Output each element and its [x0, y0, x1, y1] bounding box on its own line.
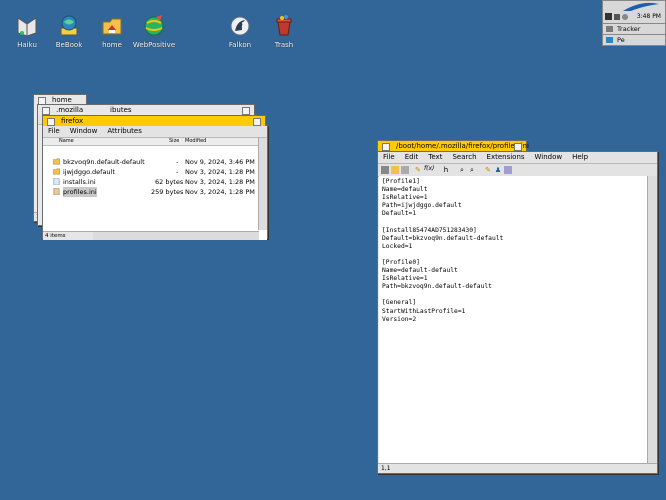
column-header-bar: Name Size Modified — [43, 138, 267, 146]
file-row-selected[interactable]: profiles.ini 259 bytes Nov 3, 2024, 1:28… — [43, 187, 259, 197]
menu-file[interactable]: File — [378, 152, 400, 163]
pe-app-icon — [606, 37, 613, 43]
zoom-box[interactable] — [242, 107, 250, 115]
editor-menubar: File Edit Text Search Extensions Window Help — [378, 152, 657, 164]
deskbar-clock[interactable]: 3:48 PM — [637, 13, 661, 20]
column-header-modified[interactable]: Modified — [185, 138, 206, 145]
deskbar-item-label: Tracker — [617, 25, 641, 33]
close-box[interactable] — [42, 107, 50, 115]
close-box[interactable] — [382, 143, 390, 151]
editor-text-area[interactable]: [Profile1] Name=default IsRelative=1 Pat… — [379, 176, 647, 463]
network-icon[interactable] — [614, 14, 620, 20]
column-header-size[interactable]: Size — [169, 138, 179, 145]
file-name: ijwjdggo.default — [63, 168, 115, 176]
file-modified: Nov 3, 2024, 1:28 PM — [185, 178, 255, 186]
menu-window[interactable]: Window — [530, 152, 568, 163]
desktop-icon-label: Falkon — [228, 41, 252, 49]
column-header-name[interactable]: Name — [59, 138, 74, 145]
pe-editor-window[interactable]: File Edit Text Search Extensions Window Help ✎… — [377, 151, 658, 474]
desktop-icon-webpositive[interactable]: WebPositive — [129, 14, 179, 49]
file-name: profiles.ini — [63, 187, 97, 197]
file-modified: Nov 3, 2024, 1:28 PM — [185, 188, 255, 196]
desktop-icon-falkon[interactable]: Falkon — [215, 14, 265, 49]
firefox-status-bar: 4 items — [43, 231, 93, 240]
trash-icon — [276, 15, 292, 36]
menu-extensions[interactable]: Extensions — [482, 152, 530, 163]
text-file-icon — [53, 178, 60, 185]
deskbar: 3:48 PM Tracker Pe — [602, 0, 666, 46]
webpositive-icon — [144, 15, 164, 36]
document-icon[interactable] — [504, 166, 512, 174]
editor-status-bar: 1,1 — [378, 463, 657, 473]
file-list-pane: Name Size Modified bkzvoq9n.default-defa… — [43, 138, 267, 240]
deskbar-item-pe[interactable]: Pe — [602, 35, 666, 46]
file-name: bkzvoq9n.default-default — [63, 158, 145, 166]
folder-icon — [53, 168, 60, 175]
vertical-scrollbar[interactable] — [258, 138, 267, 230]
file-name: installs.ini — [63, 178, 96, 186]
file-size: 259 bytes — [151, 188, 184, 196]
edit-icon[interactable]: ✎ — [484, 166, 492, 174]
file-modified: Nov 9, 2024, 3:46 PM — [185, 158, 255, 166]
window-tab-editor[interactable]: /boot/home/.mozilla/firefox/profiles.ini — [377, 140, 529, 151]
info-icon[interactable]: ♟ — [494, 166, 502, 174]
menu-window[interactable]: Window — [65, 126, 103, 137]
falkon-icon — [230, 16, 250, 36]
monitor-icon[interactable] — [605, 13, 612, 20]
close-box[interactable] — [47, 118, 55, 126]
firefox-menubar: File Window Attributes — [43, 126, 267, 138]
file-row[interactable]: ijwjdggo.default - Nov 3, 2024, 1:28 PM — [43, 167, 259, 177]
window-tab-mozilla[interactable]: .mozilla ibutes — [37, 104, 255, 115]
save-icon[interactable] — [401, 166, 409, 174]
file-modified: Nov 3, 2024, 1:28 PM — [185, 168, 255, 176]
deskbar-item-tracker[interactable]: Tracker — [602, 24, 666, 35]
open-folder-icon[interactable] — [391, 166, 399, 174]
desktop-icon-label: Trash — [274, 41, 294, 49]
horizontal-scrollbar[interactable] — [93, 231, 259, 240]
file-row[interactable]: bkzvoq9n.default-default - Nov 9, 2024, … — [43, 157, 259, 167]
volume-icon[interactable] — [622, 14, 628, 20]
desktop-icon-label: WebPositive — [132, 41, 176, 49]
folder-icon — [53, 158, 60, 165]
search-icon[interactable]: ⌕ — [458, 166, 466, 174]
file-size: - — [176, 158, 179, 166]
search-again-icon[interactable]: ⌕ — [468, 166, 476, 174]
pencil-icon[interactable]: ✎ — [414, 166, 422, 174]
menu-file[interactable]: File — [43, 126, 65, 137]
menu-attributes[interactable]: Attributes — [102, 126, 147, 137]
file-size: 62 bytes — [155, 178, 184, 186]
deskbar-item-label: Pe — [617, 36, 625, 44]
menu-text[interactable]: Text — [423, 152, 447, 163]
window-title: /boot/home/.mozilla/firefox/profiles.ini — [396, 142, 529, 150]
text-file-icon — [53, 188, 60, 195]
new-file-icon[interactable] — [381, 166, 389, 174]
header-popup-icon[interactable]: h — [442, 166, 450, 174]
bebook-icon — [60, 15, 78, 36]
tracker-app-icon — [606, 26, 613, 32]
haiku-leaf-icon[interactable] — [621, 2, 661, 12]
editor-vertical-scrollbar[interactable] — [647, 176, 657, 463]
window-tab-firefox[interactable]: firefox — [42, 115, 266, 126]
cursor-position: 1,1 — [381, 465, 391, 472]
deskbar-tray: 3:48 PM — [602, 0, 666, 24]
desktop-icon-trash[interactable]: Trash — [259, 14, 309, 49]
window-title: firefox — [61, 117, 84, 125]
home-folder-icon — [102, 18, 122, 35]
menu-edit[interactable]: Edit — [400, 152, 424, 163]
menu-search[interactable]: Search — [447, 152, 481, 163]
zoom-box[interactable] — [253, 118, 261, 126]
zoom-box[interactable] — [514, 143, 522, 151]
window-title: .mozilla — [56, 106, 84, 114]
item-count: 4 items — [45, 233, 66, 239]
file-size: - — [176, 168, 179, 176]
file-row[interactable]: installs.ini 62 bytes Nov 3, 2024, 1:28 … — [43, 177, 259, 187]
window-title: home — [52, 96, 72, 104]
tracker-window-firefox[interactable]: File Window Attributes Name Size Modified … — [42, 125, 268, 240]
menu-help[interactable]: Help — [567, 152, 593, 163]
haiku-icon — [17, 17, 37, 37]
function-popup[interactable]: f(x) — [424, 165, 434, 172]
